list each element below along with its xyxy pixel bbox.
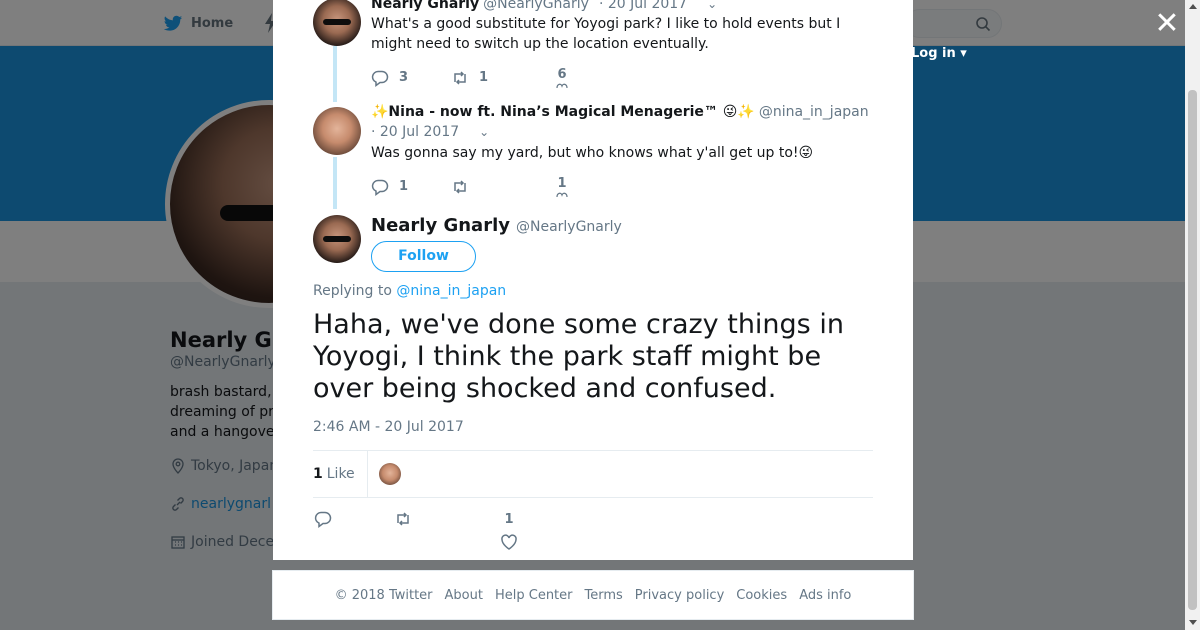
footer-link-ads-info[interactable]: Ads info xyxy=(799,588,851,603)
tweet-text-line: might need to switch up the location eve… xyxy=(371,36,709,52)
main-tweet-header: Nearly Gnarly @NearlyGnarly xyxy=(371,215,622,236)
login-dropdown[interactable]: Log in ▾ xyxy=(911,46,967,61)
reply-count: 3 xyxy=(399,70,409,85)
scroll-down-arrow-icon[interactable] xyxy=(1189,620,1197,625)
tweet-actions: 1 1 xyxy=(371,176,577,197)
footer-link-about[interactable]: About xyxy=(445,588,483,603)
tweet-author-handle[interactable]: @NearlyGnarly xyxy=(483,0,589,12)
chevron-down-icon[interactable]: ⌄ xyxy=(707,0,717,11)
retweet-button[interactable] xyxy=(451,178,547,196)
tweet-text: What's a good substitute for Yoyogi park… xyxy=(371,14,871,54)
retweet-icon xyxy=(454,70,466,85)
likes-count: 1 xyxy=(313,466,323,482)
reply-icon xyxy=(314,511,332,528)
thread-connector xyxy=(333,46,337,102)
replying-to: Replying to @nina_in_japan xyxy=(313,283,506,299)
tweet-date[interactable]: · 20 Jul 2017 xyxy=(371,124,459,140)
like-button[interactable]: 1 xyxy=(547,176,577,197)
reply-count: 1 xyxy=(399,179,409,194)
scroll-up-arrow-icon[interactable] xyxy=(1189,4,1197,9)
reply-icon xyxy=(371,70,389,87)
footer-copyright: © 2018 Twitter xyxy=(334,587,433,603)
follow-button[interactable]: Follow xyxy=(371,241,476,272)
tweet-text: Was gonna say my yard, but who knows wha… xyxy=(371,145,814,161)
likes-label: Like xyxy=(326,466,355,482)
tweet-author-handle[interactable]: @nina_in_japan xyxy=(759,104,869,120)
tweet-header: ✨Nina - now ft. Nina’s Magical Menagerie… xyxy=(371,104,869,120)
retweet-count: 1 xyxy=(479,70,489,85)
scrollbar-thumb[interactable] xyxy=(1188,90,1197,610)
reply-button[interactable] xyxy=(314,510,394,528)
like-count: 1 xyxy=(557,176,567,191)
tweet-header: Nearly Gnarly @NearlyGnarly · 20 Jul 201… xyxy=(371,0,717,12)
replying-to-label: Replying to xyxy=(313,283,392,299)
liker-avatar[interactable] xyxy=(378,463,401,485)
tweet-actions: 3 1 6 xyxy=(371,67,577,88)
retweet-icon xyxy=(397,512,409,526)
tweet-stats: 1 Like xyxy=(313,450,873,498)
scrollbar[interactable] xyxy=(1185,0,1200,630)
likes-stat[interactable]: 1 Like xyxy=(313,451,368,497)
chevron-down-icon[interactable]: ⌄ xyxy=(479,125,489,139)
reply-icon xyxy=(371,179,389,196)
close-icon[interactable]: ✕ xyxy=(1154,9,1180,39)
reply-button[interactable]: 3 xyxy=(371,69,451,87)
thread-connector xyxy=(333,157,337,209)
replying-to-link[interactable]: @nina_in_japan xyxy=(396,283,506,299)
heart-icon xyxy=(501,534,517,550)
heart-icon xyxy=(556,192,568,197)
heart-icon xyxy=(556,83,568,88)
main-tweet-timestamp[interactable]: 2:46 AM - 20 Jul 2017 xyxy=(313,419,464,435)
tweet-avatar[interactable] xyxy=(313,107,361,155)
main-tweet-avatar[interactable] xyxy=(313,215,361,263)
like-button[interactable]: 6 xyxy=(547,67,577,88)
login-label: Log in xyxy=(911,46,956,61)
tweet-date-row: · 20 Jul 2017 ⌄ xyxy=(371,124,489,140)
main-tweet-author-name[interactable]: Nearly Gnarly xyxy=(371,215,510,236)
site-footer: © 2018 Twitter About Help Center Terms P… xyxy=(272,570,914,620)
footer-link-cookies[interactable]: Cookies xyxy=(736,588,787,603)
main-tweet-author-handle[interactable]: @NearlyGnarly xyxy=(516,219,622,235)
like-count: 1 xyxy=(504,512,514,527)
tweet-author-name[interactable]: Nearly Gnarly xyxy=(371,0,479,12)
like-count: 6 xyxy=(557,67,567,82)
tweet-permalink-modal: Nearly Gnarly @NearlyGnarly · 20 Jul 201… xyxy=(273,0,913,560)
tweet-avatar[interactable] xyxy=(313,0,361,46)
retweet-button[interactable]: 1 xyxy=(451,69,547,87)
reply-button[interactable]: 1 xyxy=(371,178,451,196)
footer-link-privacy[interactable]: Privacy policy xyxy=(635,588,724,603)
footer-link-terms[interactable]: Terms xyxy=(585,588,623,603)
like-button[interactable]: 1 xyxy=(499,512,519,551)
retweet-icon xyxy=(454,179,466,194)
tweet-text-line: What's a good substitute for Yoyogi park… xyxy=(371,16,841,32)
footer-link-help-center[interactable]: Help Center xyxy=(495,588,573,603)
main-tweet-text: Haha, we've done some crazy things in Yo… xyxy=(313,309,844,404)
retweet-button[interactable] xyxy=(394,510,474,528)
main-tweet-actions xyxy=(314,510,474,528)
tweet-author-name[interactable]: ✨Nina - now ft. Nina’s Magical Menagerie… xyxy=(371,104,755,120)
tweet-date[interactable]: · 20 Jul 2017 xyxy=(599,0,687,12)
